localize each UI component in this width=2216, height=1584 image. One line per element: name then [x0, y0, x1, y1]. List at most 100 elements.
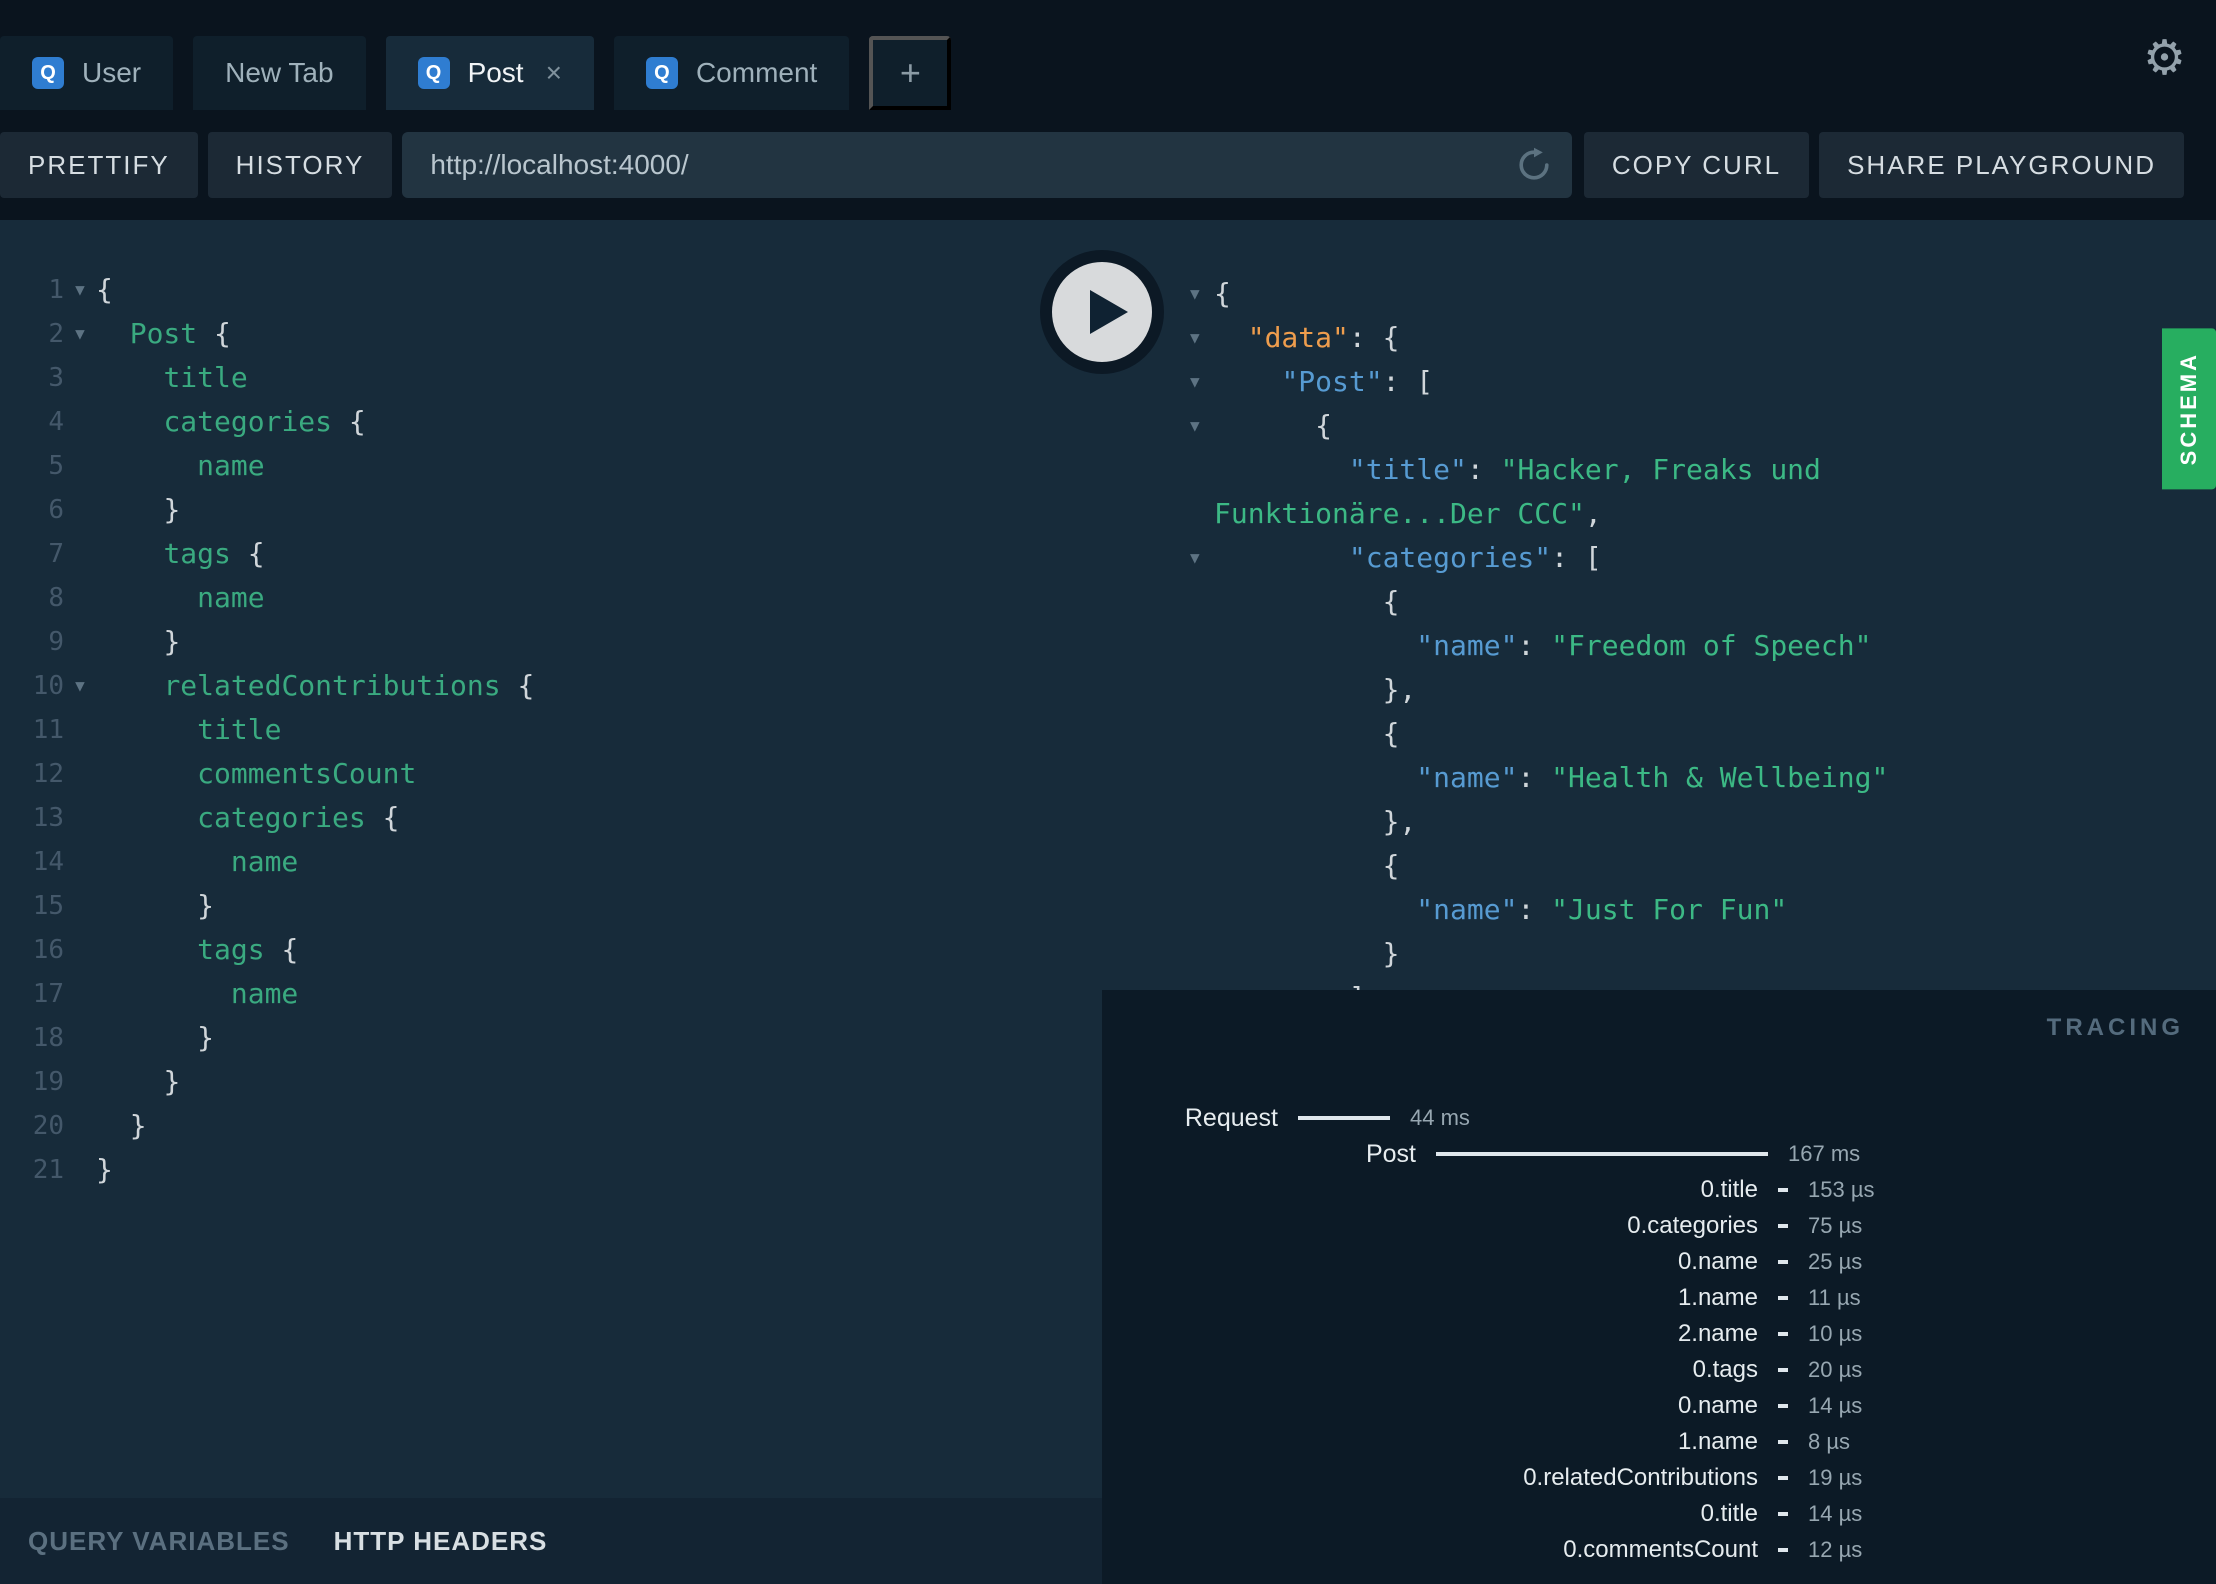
- tab-new-tab[interactable]: New Tab: [193, 36, 366, 110]
- code-text: ]: [1214, 976, 1366, 990]
- code-text: },: [1214, 668, 1417, 712]
- tracing-row: 0.relatedContributions 19 µs: [1102, 1460, 2216, 1496]
- tracing-span-time: 167 ms: [1788, 1141, 1861, 1166]
- line-number: 15: [32, 891, 64, 921]
- fold-arrow-icon[interactable]: ▼: [1190, 404, 1214, 448]
- copy-curl-button[interactable]: COPY CURL: [1583, 132, 1810, 198]
- tracing-span-bar: [1778, 1440, 1788, 1444]
- line-number: 2: [48, 319, 64, 349]
- tracing-title: TRACING: [2046, 1014, 2184, 1041]
- response-line: ▼ {: [1190, 404, 2216, 448]
- editor-line: 6 }: [0, 488, 1102, 532]
- tracing-span-label: 0.tags: [1692, 1356, 1758, 1383]
- token: tags: [197, 933, 282, 966]
- token: {: [214, 317, 231, 350]
- code-text: Post {: [96, 312, 231, 356]
- query-editor-lines[interactable]: 1 ▼{2 ▼ Post {3 title 4 categories {5 name 6…: [0, 220, 1102, 1498]
- tab-comment[interactable]: Q Comment: [613, 36, 850, 110]
- line-number: 13: [32, 803, 64, 833]
- tracing-span-bar: [1778, 1296, 1788, 1300]
- reload-endpoint-icon[interactable]: [1516, 147, 1552, 183]
- code-text: {: [1214, 404, 1332, 448]
- fold-arrow-icon[interactable]: ▼: [1190, 536, 1214, 580]
- tab-post[interactable]: Q Post ×: [385, 36, 594, 110]
- response-lines: ▼{▼ "data": {▼ "Post": [▼ { "title": "Ha…: [1102, 220, 2216, 990]
- token: ,: [1584, 497, 1602, 530]
- schema-tab[interactable]: SCHEMA: [2162, 328, 2216, 490]
- token: {: [281, 933, 299, 966]
- tracing-row: 2.name 10 µs: [1102, 1316, 2216, 1352]
- token: {: [1382, 585, 1400, 618]
- fold-arrow-icon[interactable]: ▼: [1190, 272, 1214, 316]
- tracing-row: Post 167 ms: [1102, 1136, 2216, 1172]
- execute-button[interactable]: [1040, 250, 1164, 374]
- close-tab-icon[interactable]: ×: [546, 59, 562, 87]
- line-number: 18: [32, 1023, 64, 1053]
- tracing-span-bar: [1778, 1476, 1788, 1480]
- history-button[interactable]: HISTORY: [207, 132, 393, 198]
- tracing-span-bar: [1778, 1404, 1788, 1408]
- query-badge-icon: Q: [645, 57, 678, 89]
- line-number: 1: [48, 275, 64, 305]
- response-line: Funktionäre...Der CCC",: [1190, 492, 2216, 536]
- tracing-row: 1.name 8 µs: [1102, 1424, 2216, 1460]
- http-headers-tab[interactable]: HTTP HEADERS: [334, 1526, 548, 1557]
- tracing-span-label: Request: [1184, 1103, 1278, 1132]
- token: commentsCount: [197, 757, 417, 790]
- fold-arrow-icon[interactable]: ▼: [64, 268, 96, 312]
- line-number: 6: [48, 495, 64, 525]
- share-playground-button[interactable]: SHARE PLAYGROUND: [1819, 132, 2184, 198]
- endpoint-input[interactable]: [402, 149, 1516, 181]
- tab-label: New Tab: [225, 57, 334, 88]
- token: : [: [1551, 541, 1602, 574]
- editor-line: 15 }: [0, 884, 1102, 928]
- token: "Post": [1281, 365, 1383, 398]
- code-text: commentsCount: [96, 752, 416, 796]
- response-line: ▼ "categories": [: [1190, 536, 2216, 580]
- settings-gear-icon[interactable]: ⚙: [2143, 34, 2186, 82]
- fold-arrow-icon[interactable]: ▼: [1190, 316, 1214, 360]
- line-number: 11: [32, 715, 64, 745]
- code-text: "Post": [: [1214, 360, 1433, 404]
- fold-arrow-icon[interactable]: ▼: [64, 664, 96, 708]
- editor-line: 4 categories {: [0, 400, 1102, 444]
- editor-line: 10 ▼ relatedContributions {: [0, 664, 1102, 708]
- line-number: 21: [32, 1155, 64, 1185]
- editor-line: 1 ▼{: [0, 268, 1102, 312]
- response-line: "name": "Just For Fun": [1190, 888, 2216, 932]
- tracing-span-time: 153 µs: [1808, 1177, 1875, 1202]
- token: name: [230, 845, 299, 878]
- query-variables-tab[interactable]: QUERY VARIABLES: [28, 1526, 290, 1557]
- fold-arrow-icon[interactable]: ▼: [1190, 360, 1214, 404]
- editor-line: 3 title: [0, 356, 1102, 400]
- token: }: [163, 625, 181, 658]
- tab-bar: Q User New Tab Q Post × Q Comment + ⚙: [0, 0, 2216, 110]
- add-tab-button[interactable]: +: [869, 36, 952, 110]
- token: },: [1382, 673, 1417, 706]
- response-line: {: [1190, 712, 2216, 756]
- fold-arrow-icon[interactable]: ▼: [64, 312, 96, 356]
- line-number: 5: [48, 451, 64, 481]
- token: {: [96, 273, 113, 306]
- code-text: }: [96, 1148, 113, 1192]
- token: }: [96, 1153, 113, 1186]
- graphql-playground: Q User New Tab Q Post × Q Comment + ⚙ PRETTIFY …: [0, 0, 2216, 1584]
- token: {: [1214, 277, 1231, 310]
- tracing-span-bar: [1778, 1188, 1788, 1192]
- tracing-row: Request 44 ms: [1102, 1100, 2216, 1136]
- response-line: "name": "Health & Wellbeing": [1190, 756, 2216, 800]
- tab-user[interactable]: Q User: [0, 36, 174, 110]
- prettify-button[interactable]: PRETTIFY: [0, 132, 198, 198]
- code-text: }: [96, 1104, 147, 1148]
- response-line: "name": "Freedom of Speech": [1190, 624, 2216, 668]
- token: : {: [1348, 321, 1400, 354]
